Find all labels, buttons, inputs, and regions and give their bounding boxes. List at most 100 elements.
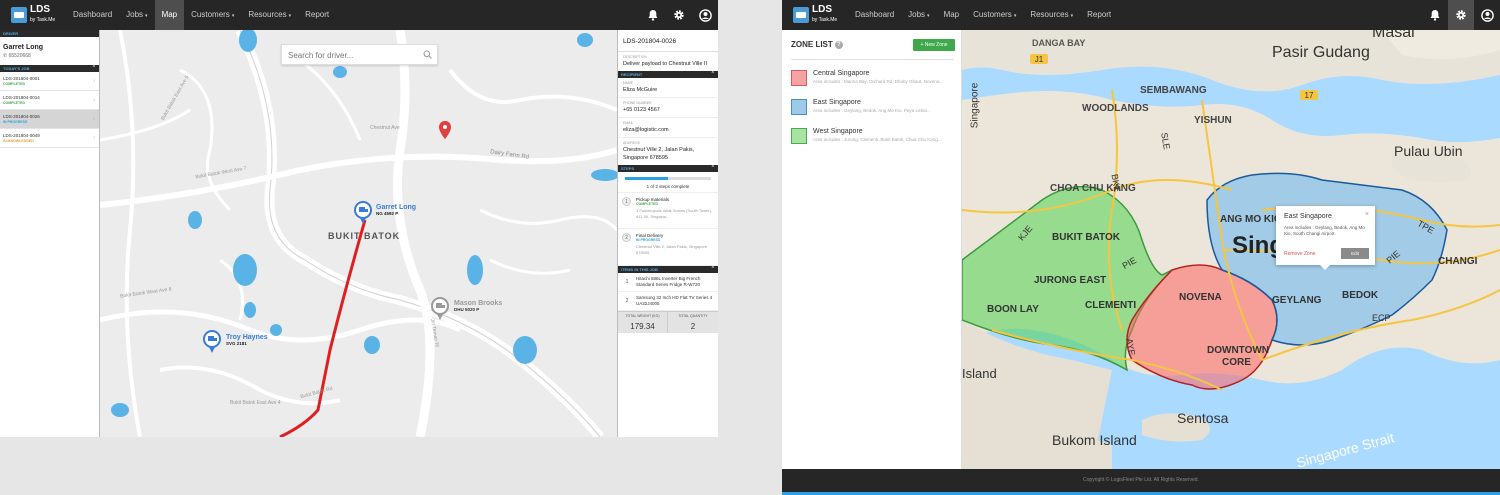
new-zone-button[interactable]: + New Zone <box>913 39 955 51</box>
divider <box>791 59 954 60</box>
road-label: Bukit Batok East Ave 4 <box>230 400 281 406</box>
zone-map[interactable]: J1 17 DANGA BAY Masai Pasir Gudang SEMBA… <box>962 30 1500 469</box>
top-nav: LDS by Task.Me Dashboard Jobs ▾ Map Custom… <box>782 0 1500 30</box>
job-list-item-selected[interactable]: LDS-201804-0026 IN PROGRESS › <box>0 110 99 129</box>
chevron-up-icon: ⌃ <box>710 71 715 77</box>
main-nav: Dashboard Jobs ▾ Map Customers ▾ Resources… <box>848 0 1118 30</box>
driver-search[interactable] <box>281 44 438 65</box>
bell-icon[interactable] <box>1422 0 1448 30</box>
footer: Copyright © LogisFleet Pte Ltd. All Righ… <box>782 469 1500 492</box>
job-totals: TOTAL WEIGHT (KG) 179.34 TOTAL QUANTITY 2 <box>618 311 718 333</box>
popup-title: East Singapore <box>1284 213 1332 220</box>
nav-report[interactable]: Report <box>298 0 336 30</box>
job-detail-panel: LDS-201804-0026 DESCRIPTION Deliver paylo… <box>617 30 718 437</box>
brand-tagline: by Task.Me <box>30 17 56 23</box>
chevron-right-icon: › <box>93 78 95 84</box>
nav-resources[interactable]: Resources ▾ <box>1023 0 1080 30</box>
top-nav: LDS by Task.Me Dashboard Jobs ▾ Map Custom… <box>0 0 718 30</box>
job-item-row: 2 Samsung 32 Inch HD Flat TV Series 4 UA3… <box>618 292 718 311</box>
steps-header[interactable]: STEPS ⌃ <box>618 165 718 172</box>
user-icon[interactable] <box>692 0 718 30</box>
nav-map[interactable]: Map <box>937 0 967 30</box>
job-list-item[interactable]: LDS-201804-0049 ACKNOWLEDGED › <box>0 129 99 148</box>
total-quantity: 2 <box>690 322 696 331</box>
nav-map[interactable]: Map <box>154 0 185 30</box>
job-description: Deliver payload to Chestnut Ville II <box>623 61 707 67</box>
items-header[interactable]: ITEMS IN THIS JOB ⌃ <box>618 266 718 273</box>
nav-report[interactable]: Report <box>1080 0 1118 30</box>
job-item-row: 1 Hitachi 586L Inverter Big French Standa… <box>618 273 718 292</box>
step-item[interactable]: 2 Final Delivery IN PROGRESS Chestnut Vill… <box>618 229 718 266</box>
zone-map-screen: LDS by Task.Me Dashboard Jobs ▾ Map Custom… <box>782 0 1500 495</box>
chevron-right-icon: › <box>93 116 95 122</box>
driver-map[interactable]: Dairy Farm Rd BUKIT BATOK Bukit Batok Ea… <box>100 30 617 437</box>
chevron-down-icon: ▾ <box>231 13 235 19</box>
edit-zone-button[interactable]: Edit <box>1341 248 1369 259</box>
driver-map-screen: LDS by Task.Me Dashboard Jobs ▾ Map Custom… <box>0 0 718 437</box>
zone-color-swatch <box>791 70 807 86</box>
progress-bar <box>625 177 711 180</box>
zone-item-east[interactable]: East Singapore Area includes : Geylang, B… <box>791 98 956 118</box>
nav-dashboard[interactable]: Dashboard <box>66 0 119 30</box>
chevron-up-icon: ⌃ <box>91 65 96 71</box>
road-label: Chestnut Ave <box>370 125 400 131</box>
chevron-right-icon: › <box>93 97 95 103</box>
job-id-title: LDS-201804-0026 <box>618 30 718 52</box>
progress-text: 1 of 2 steps complete <box>646 184 690 189</box>
chevron-right-icon: › <box>93 135 95 141</box>
remove-zone-link[interactable]: Remove Zone <box>1284 251 1315 257</box>
recipient-header[interactable]: RECIPIENT ⌃ <box>618 71 718 78</box>
recipient-phone: +65 0123 4567 <box>623 107 660 113</box>
todays-job-header[interactable]: TODAY'S JOB ⌃ <box>0 65 99 72</box>
nav-customers[interactable]: Customers ▾ <box>966 0 1023 30</box>
nav-resources[interactable]: Resources ▾ <box>241 0 298 30</box>
nav-jobs[interactable]: Jobs ▾ <box>119 0 154 30</box>
nav-jobs[interactable]: Jobs ▾ <box>901 0 936 30</box>
user-icon[interactable] <box>1474 0 1500 30</box>
zone-color-swatch <box>791 128 807 144</box>
driver-name: Garret Long <box>3 44 44 51</box>
main-nav: Dashboard Jobs ▾ Map Customers ▾ Resources… <box>66 0 336 30</box>
area-label: BUKIT BATOK <box>328 231 401 241</box>
bell-icon[interactable] <box>640 0 666 30</box>
map-base <box>962 30 1500 469</box>
zone-list-panel: ZONE LIST? + New Zone Central Singapore A… <box>782 30 962 469</box>
nav-dashboard[interactable]: Dashboard <box>848 0 901 30</box>
chevron-down-icon: ▾ <box>927 13 930 19</box>
job-list-item[interactable]: LDS-201804-0001 COMPLETED › <box>0 72 99 91</box>
brand-logo[interactable]: LDS by Task.Me <box>11 5 59 25</box>
driver-truck-pin-icon[interactable] <box>430 296 450 322</box>
chevron-up-icon: ⌃ <box>710 165 715 171</box>
close-icon[interactable]: × <box>1365 211 1369 218</box>
recipient-name: Eliza McGuire <box>623 87 658 93</box>
driver-truck-pin-icon[interactable] <box>353 200 373 226</box>
driver-truck-pin-icon[interactable] <box>202 329 222 355</box>
zone-color-swatch <box>791 99 807 115</box>
driver-marker-label[interactable]: Troy Haynes SVG 2181 <box>226 334 268 346</box>
total-weight: 179.34 <box>630 322 655 331</box>
zone-popup: East Singapore × Area includes : Geylang… <box>1276 206 1375 270</box>
step-item[interactable]: 1 Pickup materials COMPLETED 1 Fusionopoli… <box>618 192 718 229</box>
gear-icon[interactable] <box>1448 0 1474 30</box>
help-icon[interactable]: ? <box>834 41 843 49</box>
truck-logo-icon <box>793 7 809 23</box>
zone-item-west[interactable]: West Singapore Area includes : Jurong, Cl… <box>791 127 956 147</box>
recipient-email: eliza@logistic.com <box>623 127 669 133</box>
brand-name: LDS <box>30 4 50 15</box>
destination-pin-icon[interactable] <box>435 119 455 145</box>
popup-body: Area includes : Geylang, Bedok, Ang Mo K… <box>1284 225 1365 236</box>
driver-panel: DRIVER Garret Long ✆ 65520668 TODAY'S JO… <box>0 30 100 437</box>
gear-icon[interactable] <box>666 0 692 30</box>
nav-customers[interactable]: Customers ▾ <box>184 0 241 30</box>
progress-fill <box>625 177 668 180</box>
zone-item-central[interactable]: Central Singapore Area includes : Marina … <box>791 69 956 89</box>
search-input[interactable] <box>288 46 418 65</box>
driver-marker-label[interactable]: Garret Long NG 4592 P <box>376 204 416 216</box>
driver-marker-label[interactable]: Mason Brooks DHU 5020 P <box>454 300 502 312</box>
brand-logo[interactable]: LDS by Task.Me <box>793 5 841 25</box>
job-list-item[interactable]: LDS-201804-0014 COMPLETED › <box>0 91 99 110</box>
recipient-address: Chestnut Ville 2, Jalan Pakis, Singapore… <box>623 147 695 161</box>
search-icon[interactable] <box>423 50 432 59</box>
chevron-down-icon: ▾ <box>288 13 292 19</box>
chevron-up-icon: ⌃ <box>710 266 715 272</box>
